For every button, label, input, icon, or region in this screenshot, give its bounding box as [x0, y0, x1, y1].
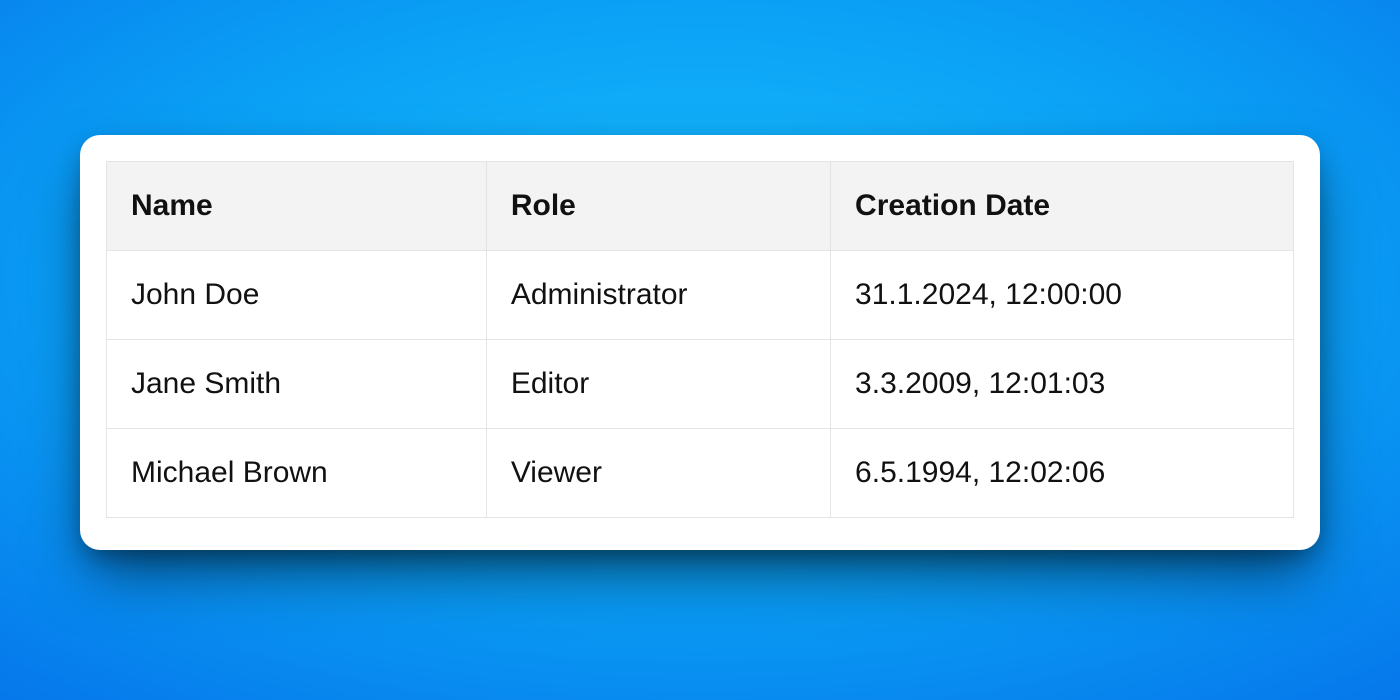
cell-role: Viewer — [486, 429, 830, 518]
column-header-name[interactable]: Name — [107, 162, 487, 251]
cell-creation-date: 6.5.1994, 12:02:06 — [831, 429, 1294, 518]
cell-creation-date: 3.3.2009, 12:01:03 — [831, 340, 1294, 429]
table-row[interactable]: Michael Brown Viewer 6.5.1994, 12:02:06 — [107, 429, 1294, 518]
users-table: Name Role Creation Date John Doe Adminis… — [106, 161, 1294, 518]
column-header-creation-date[interactable]: Creation Date — [831, 162, 1294, 251]
table-row[interactable]: John Doe Administrator 31.1.2024, 12:00:… — [107, 251, 1294, 340]
cell-name: John Doe — [107, 251, 487, 340]
cell-name: Jane Smith — [107, 340, 487, 429]
cell-role: Editor — [486, 340, 830, 429]
cell-creation-date: 31.1.2024, 12:00:00 — [831, 251, 1294, 340]
table-header-row: Name Role Creation Date — [107, 162, 1294, 251]
users-table-card: Name Role Creation Date John Doe Adminis… — [80, 135, 1320, 550]
table-row[interactable]: Jane Smith Editor 3.3.2009, 12:01:03 — [107, 340, 1294, 429]
cell-role: Administrator — [486, 251, 830, 340]
column-header-role[interactable]: Role — [486, 162, 830, 251]
cell-name: Michael Brown — [107, 429, 487, 518]
